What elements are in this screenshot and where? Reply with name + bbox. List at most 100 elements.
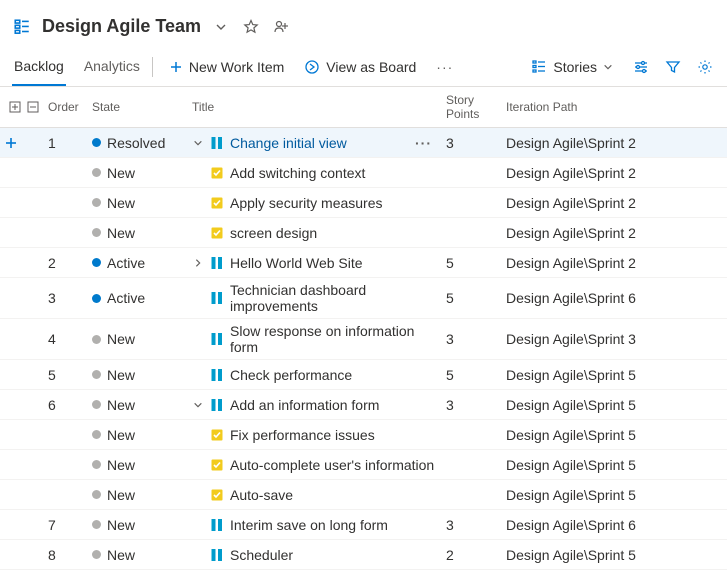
work-item-title[interactable]: Slow response on information form	[230, 323, 438, 355]
table-row[interactable]: NewApply security measuresDesign Agile\S…	[0, 188, 727, 218]
table-row[interactable]: New Fix performance issues Design Agile\Sp…	[0, 420, 727, 450]
state-dot-icon	[92, 430, 101, 439]
state-cell: New	[88, 327, 188, 351]
collapse-all-icon[interactable]	[26, 100, 40, 114]
work-item-title[interactable]: Hello World Web Site	[230, 255, 363, 271]
story-points-cell: 5	[442, 251, 502, 275]
table-row[interactable]: Newscreen designDesign Agile\Sprint 2	[0, 218, 727, 248]
story-points-cell: 3	[442, 131, 502, 155]
work-item-title[interactable]: Change initial view	[230, 135, 347, 151]
table-row[interactable]: 3ActiveTechnician dashboard improvements…	[0, 278, 727, 319]
new-work-item-button[interactable]: New Work Item	[163, 47, 290, 86]
order-cell	[44, 169, 88, 177]
title-cell: Technician dashboard improvements	[188, 278, 442, 318]
table-row[interactable]: NewAuto-complete user's informationDesig…	[0, 450, 727, 480]
state-dot-icon	[92, 460, 101, 469]
story-points-cell	[442, 169, 502, 177]
story-points-cell: 3	[442, 327, 502, 351]
state-dot-icon	[92, 198, 101, 207]
state-dot-icon	[92, 490, 101, 499]
table-row[interactable]: 6NewAdd an information form3Design Agile…	[0, 390, 727, 420]
task-icon	[210, 226, 224, 240]
expander-icon[interactable]	[192, 400, 204, 410]
team-dropdown-icon[interactable]	[211, 17, 231, 37]
col-state[interactable]: State	[88, 100, 188, 114]
new-work-item-label: New Work Item	[189, 59, 284, 75]
iteration-cell: Design Agile\Sprint 6	[502, 286, 712, 310]
iteration-cell: Design Agile\Sprint 2	[502, 251, 712, 275]
tab-analytics[interactable]: Analytics	[82, 47, 142, 86]
table-row[interactable]: 4NewSlow response on information form3De…	[0, 319, 727, 360]
col-order[interactable]: Order	[44, 100, 88, 114]
state-cell: New	[88, 513, 188, 537]
tab-backlog[interactable]: Backlog	[12, 47, 66, 86]
task-icon	[210, 428, 224, 442]
table-row[interactable]: 1ResolvedChange initial view···3Design A…	[0, 128, 727, 158]
expander-icon[interactable]	[192, 258, 204, 268]
page-title: Design Agile Team	[42, 16, 201, 37]
col-iteration[interactable]: Iteration Path	[502, 100, 712, 114]
user-story-icon	[210, 256, 224, 270]
col-title[interactable]: Title	[188, 100, 442, 114]
table-row[interactable]: 7NewInterim save on long form3Design Agi…	[0, 510, 727, 540]
story-points-cell: 5	[442, 286, 502, 310]
work-item-title[interactable]: Auto-save	[230, 487, 293, 503]
state-dot-icon	[92, 138, 101, 147]
story-points-cell: 2	[442, 543, 502, 567]
order-cell: 2	[44, 251, 88, 275]
state-cell: New	[88, 191, 188, 215]
add-child-icon[interactable]	[4, 136, 18, 150]
work-item-title[interactable]: Add switching context	[230, 165, 365, 181]
expander-icon[interactable]	[192, 138, 204, 148]
title-cell: Add switching context	[188, 161, 442, 185]
work-item-title[interactable]: Apply security measures	[230, 195, 383, 211]
iteration-cell: Design Agile\Sprint 5	[502, 423, 712, 447]
work-item-title[interactable]: Add an information form	[230, 397, 379, 413]
table-row[interactable]: 5NewCheck performance5Design Agile\Sprin…	[0, 360, 727, 390]
view-as-board-button[interactable]: View as Board	[298, 47, 422, 86]
story-points-cell	[442, 229, 502, 237]
work-item-title[interactable]: Auto-complete user's information	[230, 457, 434, 473]
table-row[interactable]: 2ActiveHello World Web Site5Design Agile…	[0, 248, 727, 278]
state-dot-icon	[92, 400, 101, 409]
more-commands-button[interactable]: ···	[430, 47, 459, 86]
work-item-title[interactable]: Interim save on long form	[230, 517, 388, 533]
state-cell: Resolved	[88, 131, 188, 155]
work-item-title[interactable]: Technician dashboard improvements	[230, 282, 438, 314]
iteration-cell: Design Agile\Sprint 5	[502, 483, 712, 507]
title-cell: Check performance	[188, 363, 442, 387]
iteration-cell: Design Agile\Sprint 2	[502, 131, 712, 155]
iteration-cell: Design Agile\Sprint 2	[502, 221, 712, 245]
col-points[interactable]: Story Points	[442, 93, 502, 121]
backlog-level-label: Stories	[553, 59, 597, 75]
order-cell: 7	[44, 513, 88, 537]
story-points-cell	[442, 461, 502, 469]
iteration-cell: Design Agile\Sprint 5	[502, 363, 712, 387]
table-row[interactable]: NewAdd switching contextDesign Agile\Spr…	[0, 158, 727, 188]
view-options-icon[interactable]	[631, 57, 651, 77]
title-cell: Fix performance issues	[188, 423, 442, 447]
table-row[interactable]: 8NewScheduler2Design Agile\Sprint 5	[0, 540, 727, 570]
state-cell: New	[88, 423, 188, 447]
state-cell: New	[88, 543, 188, 567]
iteration-cell: Design Agile\Sprint 3	[502, 327, 712, 351]
user-story-icon	[210, 136, 224, 150]
settings-gear-icon[interactable]	[695, 57, 715, 77]
row-actions-icon[interactable]: ···	[415, 135, 432, 151]
favorite-star-icon[interactable]	[241, 17, 261, 37]
filter-icon[interactable]	[663, 57, 683, 77]
task-icon	[210, 488, 224, 502]
view-as-board-label: View as Board	[326, 59, 416, 75]
team-members-icon[interactable]	[271, 17, 291, 37]
order-cell: 8	[44, 543, 88, 567]
iteration-cell: Design Agile\Sprint 5	[502, 393, 712, 417]
work-item-title[interactable]: Fix performance issues	[230, 427, 375, 443]
expand-all-icon[interactable]	[8, 100, 22, 114]
work-item-title[interactable]: screen design	[230, 225, 317, 241]
table-row[interactable]: NewAuto-saveDesign Agile\Sprint 5	[0, 480, 727, 510]
task-icon	[210, 166, 224, 180]
story-points-cell	[442, 491, 502, 499]
title-cell: Auto-complete user's information	[188, 453, 442, 477]
work-item-title[interactable]: Check performance	[230, 367, 352, 383]
backlog-level-selector[interactable]: Stories	[525, 59, 619, 75]
